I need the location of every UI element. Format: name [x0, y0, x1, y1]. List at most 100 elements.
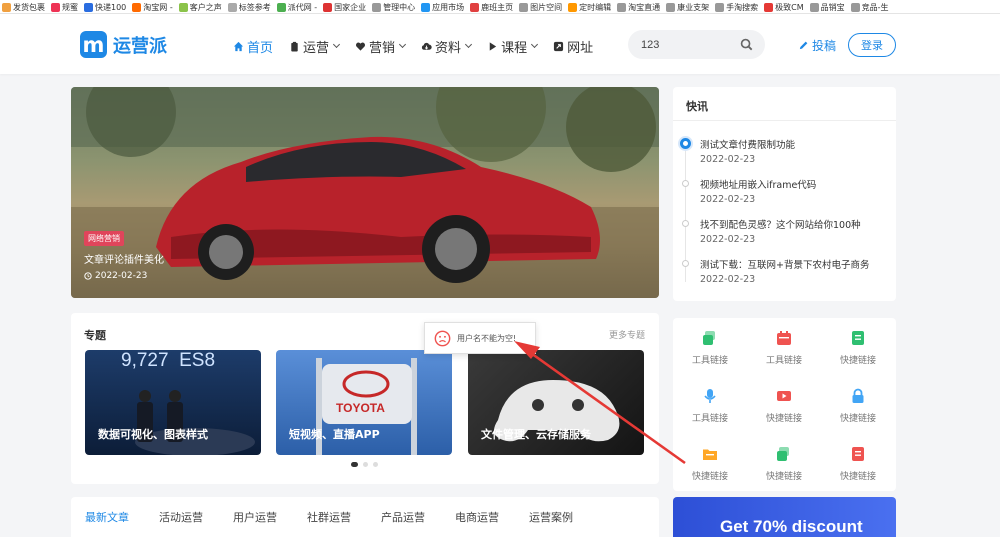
bookmark-item[interactable]: 快递100 — [82, 0, 130, 13]
toast-message: 用户名不能为空! — [457, 333, 517, 343]
pagination-dot[interactable] — [351, 462, 358, 467]
bookmark-favicon-icon — [84, 2, 93, 12]
bookmark-item[interactable]: 竞品-生 — [849, 0, 893, 13]
bookmark-item[interactable]: 品销宝 — [808, 0, 849, 13]
bookmark-item[interactable]: 管理中心 — [370, 0, 419, 13]
hero-title[interactable]: 文章评论插件美化 — [84, 251, 164, 266]
bookmark-favicon-icon — [276, 2, 286, 12]
chevron-down-icon — [465, 40, 473, 49]
bookmark-item[interactable]: 极致CM — [762, 0, 808, 13]
nav-item-marketing[interactable]: 营销 — [355, 38, 407, 56]
quick-link[interactable]: 快捷链接 — [673, 434, 747, 492]
quick-link[interactable]: 工具链接 — [673, 376, 747, 434]
promo-banner[interactable]: Get 70% discount — [673, 497, 896, 537]
document-icon — [850, 330, 866, 346]
bookmark-favicon-icon — [2, 2, 11, 12]
quick-link[interactable]: 工具链接 — [673, 318, 747, 376]
quick-link[interactable]: 工具链接 — [747, 318, 821, 376]
bookmark-favicon-icon — [421, 2, 431, 12]
article-tabs: 最新文章 活动运营 用户运营 社群运营 产品运营 电商运营 运营案例 — [71, 497, 659, 537]
site-logo[interactable]: m 运营派 — [80, 31, 167, 58]
chevron-down-icon — [531, 40, 539, 49]
main-nav: 首页 运营 营销 资料 课程 网址 — [233, 38, 609, 56]
bookmark-item[interactable]: 发货包裹 — [0, 0, 49, 13]
search-icon[interactable] — [740, 38, 753, 51]
tab-ecommerce-ops[interactable]: 电商运营 — [455, 497, 499, 528]
nav-item-links[interactable]: 网址 — [553, 38, 593, 56]
bookmark-item[interactable]: 国家企业 — [321, 0, 370, 13]
nav-item-operations[interactable]: 运营 — [289, 38, 341, 56]
bookmark-favicon-icon — [323, 2, 333, 12]
news-item[interactable]: 找不到配色灵感？这个网站给你100种 2022-02-23 — [673, 217, 896, 257]
bookmark-item[interactable]: 规蜜 — [49, 0, 82, 13]
bookmark-item[interactable]: 标签参考 — [226, 0, 275, 13]
bookmark-favicon-icon — [850, 2, 860, 12]
quick-link[interactable]: 快捷链接 — [747, 376, 821, 434]
quick-link[interactable]: 快捷链接 — [747, 434, 821, 492]
tab-events[interactable]: 活动运营 — [159, 497, 203, 528]
bookmark-item[interactable]: 派代网 - — [275, 0, 321, 13]
timeline-dot-icon — [682, 260, 689, 267]
bookmark-item[interactable]: 康业支架 — [664, 0, 713, 13]
chevron-down-icon — [332, 40, 341, 49]
error-toast: 用户名不能为空! — [424, 322, 536, 354]
bookmark-favicon-icon — [666, 2, 676, 12]
bookmark-item[interactable]: 手淘搜索 — [713, 0, 762, 13]
car-photo — [71, 87, 659, 298]
search-input[interactable] — [641, 37, 741, 52]
quick-links-panel: 工具链接 工具链接 快捷链接 工具链接 快捷链接 快捷链接 快捷链接 快捷链接 … — [673, 318, 896, 491]
nav-item-courses[interactable]: 课程 — [487, 38, 539, 56]
logo-mark-icon: m — [80, 31, 107, 58]
timeline-dot-icon — [682, 180, 689, 187]
nav-item-resources[interactable]: 资料 — [421, 38, 473, 56]
bookmark-item[interactable]: 淘宝直通 — [615, 0, 664, 13]
bookmark-item[interactable]: 图片空间 — [517, 0, 566, 13]
quick-link[interactable]: 快捷链接 — [821, 376, 895, 434]
topic-card[interactable]: TOYOTA 短视频、直播APP — [276, 350, 452, 455]
lock-icon — [850, 388, 866, 404]
clock-icon — [84, 272, 92, 280]
tab-user-ops[interactable]: 用户运营 — [233, 497, 277, 528]
bookmark-item[interactable]: 定时编辑 — [566, 0, 615, 13]
tab-cases[interactable]: 运营案例 — [529, 497, 573, 528]
bookmark-item[interactable]: 鹿班主页 — [468, 0, 517, 13]
more-topics-link[interactable]: 更多专题 — [609, 328, 645, 341]
bookmark-item[interactable]: 应用市场 — [419, 0, 468, 13]
category-tag[interactable]: 网络营销 — [84, 231, 124, 246]
news-item[interactable]: 测试文章付费限制功能 2022-02-23 — [673, 137, 896, 177]
heart-icon — [356, 42, 366, 51]
pagination-dot[interactable] — [373, 462, 378, 467]
bookmark-favicon-icon — [809, 2, 819, 12]
bookmark-item[interactable]: 客户之声 — [177, 0, 226, 13]
layers-icon — [702, 330, 718, 346]
bookmark-favicon-icon — [132, 2, 142, 12]
bookmark-favicon-icon — [227, 2, 237, 12]
bookmark-item[interactable]: 淘宝网 - — [130, 0, 176, 13]
news-item[interactable]: 测试下载：互联网+背景下农村电子商务 2022-02-23 — [673, 257, 896, 297]
tab-community-ops[interactable]: 社群运营 — [307, 497, 351, 528]
topic-card[interactable]: 9,727 ES8 数据可视化、图表样式 — [85, 350, 261, 455]
nav-item-home[interactable]: 首页 — [233, 38, 273, 56]
quick-link[interactable]: 快捷链接 — [821, 318, 895, 376]
topic-card[interactable]: 文件管理、云存储服务 — [468, 350, 644, 455]
tab-product-ops[interactable]: 产品运营 — [381, 497, 425, 528]
document-icon — [850, 446, 866, 462]
layers-icon — [776, 446, 792, 462]
chevron-down-icon — [399, 40, 407, 49]
news-flash-title: 快讯 — [686, 100, 708, 113]
hero-date: 2022-02-23 — [84, 271, 147, 281]
tab-latest[interactable]: 最新文章 — [85, 497, 129, 528]
login-button[interactable]: 登录 — [848, 33, 896, 57]
link-icon — [553, 41, 564, 51]
quick-link[interactable]: 快捷链接 — [821, 434, 895, 492]
news-item[interactable]: 视频地址用嵌入iframe代码 2022-02-23 — [673, 177, 896, 217]
bookmark-favicon-icon — [470, 2, 480, 12]
pagination-dot[interactable] — [363, 462, 368, 467]
bookmark-favicon-icon — [568, 2, 578, 12]
home-icon — [233, 41, 244, 51]
timeline-dot-icon — [682, 220, 689, 227]
card-banner-text: TOYOTA — [336, 401, 385, 415]
hero-banner[interactable]: 网络营销 文章评论插件美化 2022-02-23 — [71, 87, 659, 298]
promo-text: Get 70% discount — [720, 517, 863, 536]
submit-post-button[interactable]: 投稿 — [798, 37, 836, 54]
